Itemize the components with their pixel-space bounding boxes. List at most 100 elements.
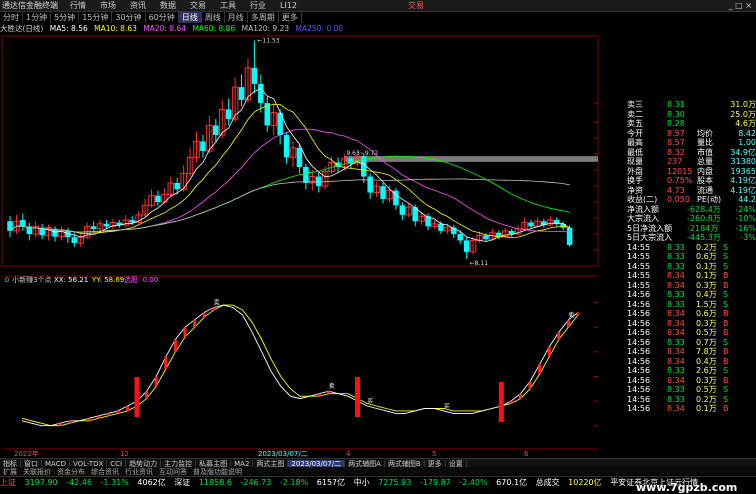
period-tab[interactable]: 分时 [0,12,23,23]
menu-item[interactable]: 工具 [220,1,236,10]
period-tab[interactable]: 周线 [202,12,225,23]
tick-time: 14:56 [627,309,651,318]
flow-percent: -16% [735,223,756,233]
quote-row: 外盘 12015 内盘 19365 [601,167,756,177]
signal-marker: 卖 [329,383,335,390]
quote-label-2: 量比 [697,138,713,147]
tick-volume: 0.2万 [696,242,717,252]
ma5-line [9,87,570,242]
tick-price: 8.34 [667,318,685,328]
tick-time: 14:55 [627,242,651,252]
quote-value-2: 8.42 [738,128,756,138]
extra-tab[interactable]: 资金分布 [54,468,88,476]
tick-volume: 0.3万 [696,318,717,328]
quote-label: 最高 [627,138,643,147]
menu-item[interactable]: LI12 [280,1,297,10]
quote-label-2: 市值 [697,147,713,157]
period-tab[interactable]: 5分钟 [51,12,80,23]
x-tick-label: 2023/03/07/二 [258,450,308,458]
sh-percent: -1.31% [100,478,129,487]
quote-value: 237 [667,157,683,166]
low-annotation: ←8.11 [470,260,489,267]
menu-trade[interactable]: 交易 [408,0,424,11]
quote-value-2: 4.19亿 [730,176,756,185]
tick-price: 8.33 [667,366,685,375]
tick-price: 8.33 [667,242,685,252]
period-tab[interactable]: 30分钟 [112,12,146,23]
tick-price: 8.34 [667,404,685,413]
tick-time: 14:55 [627,280,651,290]
tick-price: 8.33 [667,261,685,271]
tick-price: 8.34 [667,309,685,318]
tick-volume: 7.8万 [696,347,717,356]
menu-item[interactable]: 数据 [160,1,176,10]
tick-volume: 0.4万 [696,290,717,299]
zx-percent: -2.40% [459,478,488,487]
menu-item[interactable]: 市场 [100,1,116,10]
period-tab[interactable]: 日线 [178,12,202,23]
tick-row: 14:56 8.34 0.6万 B [601,309,756,319]
flow-percent: -10% [735,214,756,223]
quote-label: 净资 [627,185,643,195]
window-controls[interactable]: _ □ × [729,0,752,11]
tick-side: B [723,271,729,280]
tick-price: 8.34 [667,356,685,366]
extra-tab[interactable]: 扩展 [0,468,20,476]
period-tab[interactable]: 60分钟 [146,12,179,23]
menu-item[interactable]: 交易 [190,1,206,10]
sh-change: -42.46 [66,478,92,487]
zx-change: -179.87 [419,478,451,487]
chart-area[interactable]: 10.5510.2510.009.759.509.259.008.758.508… [0,34,600,458]
flow-value: -260.8万 [687,214,721,223]
quote-value-2: 19365 [730,166,756,176]
period-tab[interactable]: 15分钟 [79,12,113,23]
extra-tab[interactable]: 行业资讯 [122,468,156,476]
sh-label: 上证 [0,478,16,487]
ma120-label: MA120: 9.23 [241,24,290,33]
tick-price: 8.34 [667,271,685,280]
tick-volume: 0.1万 [696,404,717,413]
extra-tab[interactable]: 普及版功能说明 [190,468,245,476]
extra-tab[interactable]: 关联报价 [20,468,54,476]
tick-side: S [723,366,729,375]
quote-row: 今开 8.57 均价 8.42 [601,129,756,139]
menu-item[interactable]: 行业 [250,1,266,10]
menu-bar: 通达信金融终端 行情 市场 资讯 数据 交易 工具 行业 LI12 交易 _ □ × [0,0,756,12]
quote-value-2: 44.2 [738,195,756,204]
quote-value: 8.57 [667,138,685,147]
period-tab[interactable]: 1分钟 [23,12,52,23]
quote-value-2: 25.0万 [730,109,756,119]
tick-row: 14:56 8.33 0.5万 S [601,385,756,395]
period-tab[interactable]: 多周期 [248,12,279,23]
period-tab-bar: 分时 1分钟 5分钟 15分钟 30分钟 60分钟 日线 周线 月线 多周期 更多 [0,12,756,23]
tick-time: 14:56 [627,337,651,347]
tick-time: 14:55 [627,261,651,271]
extra-tab[interactable]: 互动问答 [156,468,190,476]
candle-body [296,147,303,167]
tick-side: B [723,318,729,328]
extra-tab[interactable]: 综合资讯 [88,468,122,476]
tick-side: S [723,242,729,252]
watermark: www.7gpzb.com [636,481,738,494]
tick-side: B [723,404,729,413]
x-tick-label: 6 [524,450,529,458]
total-value: 10220亿 [568,478,602,487]
tick-volume: 0.6万 [696,252,717,261]
flow-percent: -24% [735,204,756,214]
tick-side: B [723,328,729,337]
menu-item[interactable]: 行情 [70,1,86,10]
tick-time: 14:55 [627,271,651,280]
period-tab[interactable]: 更多 [279,12,302,23]
tick-time: 14:56 [627,318,651,328]
tick-row: 14:55 8.33 0.6万 S [601,252,756,262]
candle-body [399,205,406,215]
tick-side: S [723,385,729,394]
tick-row: 14:56 8.33 0.7万 S [601,338,756,348]
menu-item[interactable]: 资讯 [130,1,146,10]
x-tick-label: 5 [432,450,436,458]
tick-row: 14:55 8.34 0.3万 B [601,281,756,291]
quote-value: 8.32 [667,147,685,157]
candle-body [213,125,219,136]
quote-label: 卖二 [627,109,643,119]
period-tab[interactable]: 月线 [225,12,248,23]
